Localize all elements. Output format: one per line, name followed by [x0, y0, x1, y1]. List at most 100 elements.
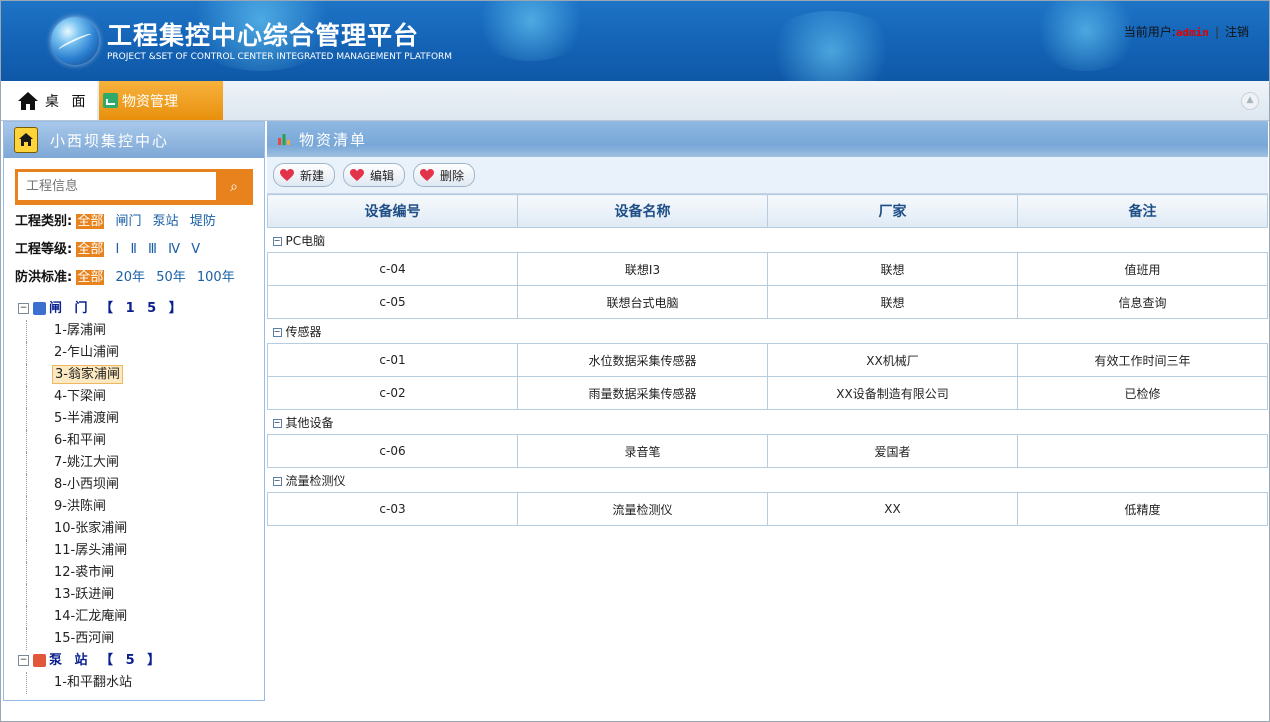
filter-option-pump-station[interactable]: 泵站	[153, 214, 179, 229]
table-group-row[interactable]: − PC电脑	[267, 227, 1268, 253]
filter-option-100y[interactable]: 100年	[197, 270, 235, 285]
column-header-vendor[interactable]: 厂家	[767, 194, 1018, 228]
search-box: ⌕	[15, 169, 253, 205]
filter-option-20y[interactable]: 20年	[116, 270, 146, 285]
tab-desktop[interactable]: 桌 面	[1, 81, 97, 120]
tree-item-pump-station[interactable]: 1-和平翻水站	[4, 672, 262, 694]
collapse-icon[interactable]: −	[272, 327, 282, 337]
cell-code: c-03	[267, 492, 518, 526]
tree-group-label: 闸 门 【 1 5 】	[49, 301, 186, 316]
cell-code: c-05	[267, 285, 518, 319]
tree-item-gate[interactable]: 6-和平闸	[4, 430, 262, 452]
filter-option-50y[interactable]: 50年	[156, 270, 186, 285]
tree-group-pump-stations[interactable]: − 泵 站 【 5 】	[4, 650, 262, 672]
group-cell: − 流量检测仪	[267, 467, 1268, 493]
search-input[interactable]	[18, 172, 216, 200]
collapse-icon[interactable]: −	[18, 303, 29, 314]
tab-material-management[interactable]: 物资管理	[99, 81, 223, 120]
table-row[interactable]: c-05 联想台式电脑 联想 信息查询	[267, 285, 1268, 319]
project-tree: − 闸 门 【 1 5 】 1-孱浦闸 2-乍山浦闸 3-翁家浦闸 4-下梁闸 5-半浦渡…	[4, 298, 262, 694]
app-header: 工程集控中心综合管理平台 PROJECT &SET OF CONTROL CEN…	[1, 1, 1269, 81]
filter-option-levee[interactable]: 堤防	[190, 214, 216, 229]
tree-item-gate[interactable]: 5-半浦渡闸	[4, 408, 262, 430]
tree-item-label: 15-西河闸	[54, 631, 115, 646]
tree-item-label: 12-裘市闸	[54, 565, 115, 580]
table-group-row[interactable]: − 传感器	[267, 318, 1268, 344]
table-row[interactable]: c-04 联想I3 联想 值班用	[267, 252, 1268, 286]
group-cell: − 其他设备	[267, 409, 1268, 435]
header-decoration	[267, 145, 1268, 157]
filter-option-grade-4[interactable]: Ⅳ	[168, 242, 180, 257]
heart-icon	[350, 168, 365, 182]
tree-item-gate[interactable]: 13-跃进闸	[4, 584, 262, 606]
table-row[interactable]: c-02 雨量数据采集传感器 XX设备制造有限公司 已检修	[267, 376, 1268, 410]
tree-item-gate[interactable]: 14-汇龙庵闸	[4, 606, 262, 628]
tree-item-gate[interactable]: 9-洪陈闸	[4, 496, 262, 518]
cell-vendor: 联想	[767, 252, 1018, 286]
tree-item-gate[interactable]: 4-下梁闸	[4, 386, 262, 408]
material-table: 设备编号 设备名称 厂家 备注 − PC电脑 c-04 联想I3 联想 值班用 c-05 联想…	[267, 194, 1268, 526]
scroll-up-button[interactable]: ▲	[1241, 92, 1259, 110]
bar-chart-icon	[277, 132, 291, 146]
table-row[interactable]: c-01 水位数据采集传感器 XX机械厂 有效工作时间三年	[267, 343, 1268, 377]
chart-icon	[103, 93, 118, 108]
delete-button[interactable]: 删除	[413, 163, 476, 187]
tree-item-gate[interactable]: 15-西河闸	[4, 628, 262, 650]
column-header-remark[interactable]: 备注	[1017, 194, 1268, 228]
tree-item-gate[interactable]: 12-裘市闸	[4, 562, 262, 584]
cell-vendor: XX机械厂	[767, 343, 1018, 377]
tree-item-label: 14-汇龙庵闸	[54, 609, 128, 624]
group-cell: − PC电脑	[267, 227, 1268, 253]
app-title: 工程集控中心综合管理平台	[107, 21, 420, 50]
cell-name: 联想I3	[517, 252, 768, 286]
filter-flood-standard: 防洪标准: 全部 20年 50年 100年	[15, 266, 235, 285]
cell-code: c-06	[267, 434, 518, 468]
tree-item-label: 1-和平翻水站	[54, 675, 132, 690]
filter-option-grade-2[interactable]: Ⅱ	[130, 242, 136, 257]
filter-option-grade-3[interactable]: Ⅲ	[148, 242, 157, 257]
logout-link[interactable]: 注销	[1225, 25, 1249, 39]
filter-option-all[interactable]: 全部	[76, 270, 105, 285]
cell-code: c-01	[267, 343, 518, 377]
tree-item-gate[interactable]: 8-小西坝闸	[4, 474, 262, 496]
tree-item-gate[interactable]: 10-张家浦闸	[4, 518, 262, 540]
collapse-icon[interactable]: −	[272, 476, 282, 486]
toolbar: 新建 编辑 删除	[267, 157, 1268, 194]
column-header-name[interactable]: 设备名称	[517, 194, 768, 228]
cell-vendor: 爱国者	[767, 434, 1018, 468]
logo-globe-icon	[51, 17, 99, 65]
filter-option-all[interactable]: 全部	[76, 242, 105, 257]
search-icon[interactable]: ⌕	[215, 169, 253, 205]
delete-button-label: 删除	[440, 168, 465, 183]
tree-item-gate[interactable]: 7-姚江大闸	[4, 452, 262, 474]
current-user-label: 当前用户:	[1123, 25, 1176, 39]
tree-item-gate[interactable]: 11-孱头浦闸	[4, 540, 262, 562]
new-button[interactable]: 新建	[273, 163, 336, 187]
filter-option-grade-1[interactable]: Ⅰ	[116, 242, 120, 257]
table-header-row: 设备编号 设备名称 厂家 备注	[267, 194, 1268, 228]
tree-group-gates[interactable]: − 闸 门 【 1 5 】	[4, 298, 262, 320]
filter-option-all[interactable]: 全部	[76, 214, 105, 229]
tree-item-gate[interactable]: 3-翁家浦闸	[4, 364, 262, 386]
edit-button[interactable]: 编辑	[343, 163, 406, 187]
panel-header: 小西坝集控中心	[4, 122, 264, 158]
filter-option-grade-5[interactable]: Ⅴ	[191, 242, 200, 257]
tree-item-gate[interactable]: 2-乍山浦闸	[4, 342, 262, 364]
table-group-row[interactable]: − 流量检测仪	[267, 467, 1268, 493]
cell-vendor: XX	[767, 492, 1018, 526]
column-header-code[interactable]: 设备编号	[267, 194, 518, 228]
table-group-row[interactable]: − 其他设备	[267, 409, 1268, 435]
cell-name: 水位数据采集传感器	[517, 343, 768, 377]
cell-code: c-04	[267, 252, 518, 286]
header-glow	[471, 1, 591, 61]
tree-item-label: 9-洪陈闸	[54, 499, 106, 514]
table-row[interactable]: c-03 流量检测仪 XX 低精度	[267, 492, 1268, 526]
table-row[interactable]: c-06 录音笔 爱国者	[267, 434, 1268, 468]
collapse-icon[interactable]: −	[272, 418, 282, 428]
tree-item-gate[interactable]: 1-孱浦闸	[4, 320, 262, 342]
tree-item-label: 3-翁家浦闸	[52, 365, 123, 384]
material-list-panel: 物资清单 新建 编辑 删除 设备编号 设备名称 厂家 备注 − PC电脑 c-0…	[267, 121, 1268, 721]
collapse-icon[interactable]: −	[272, 236, 282, 246]
filter-option-gate[interactable]: 闸门	[116, 214, 142, 229]
collapse-icon[interactable]: −	[18, 655, 29, 666]
